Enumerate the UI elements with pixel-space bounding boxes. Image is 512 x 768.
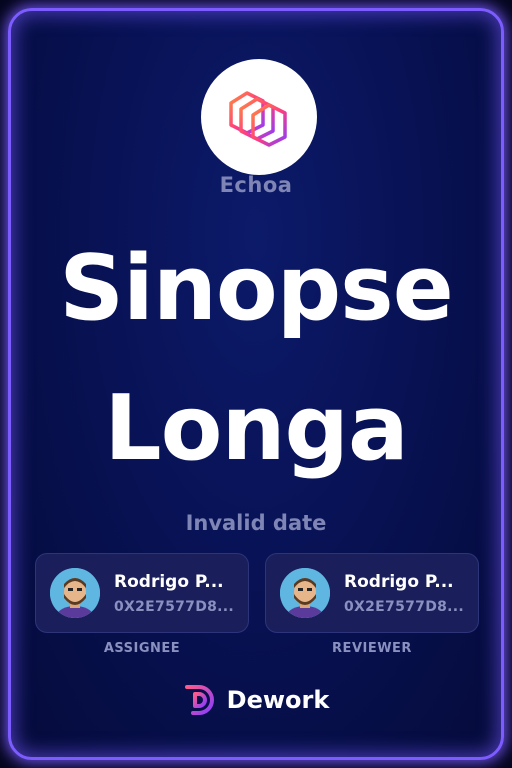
org-name: Echoa <box>219 173 293 197</box>
assignee-address: 0X2E7577D8... <box>114 599 235 615</box>
brand-footer: Dework <box>11 683 501 717</box>
avatar-icon <box>280 568 330 618</box>
task-date: Invalid date <box>185 511 327 535</box>
assignee-name: Rodrigo P... <box>114 572 224 592</box>
task-card: Echoa Sinopse Longa Invalid date Rodrigo… <box>8 8 504 760</box>
brand-name: Dework <box>226 686 330 714</box>
task-title-line1: Sinopse <box>59 236 454 341</box>
avatar-icon <box>50 568 100 618</box>
task-title-line2: Longa <box>104 376 408 481</box>
echoa-logo-icon <box>229 91 287 147</box>
dework-logo-icon <box>184 685 214 715</box>
org-logo <box>201 59 317 175</box>
assignee-card: Rodrigo P... 0X2E7577D8... <box>35 553 249 633</box>
reviewer-role-label: REVIEWER <box>332 641 412 656</box>
reviewer-name: Rodrigo P... <box>344 572 454 592</box>
task-title: Sinopse Longa <box>11 219 501 499</box>
assignee-role-label: ASSIGNEE <box>103 641 181 656</box>
reviewer-card: Rodrigo P... 0X2E7577D8... <box>265 553 479 633</box>
reviewer-address: 0X2E7577D8... <box>344 599 465 615</box>
